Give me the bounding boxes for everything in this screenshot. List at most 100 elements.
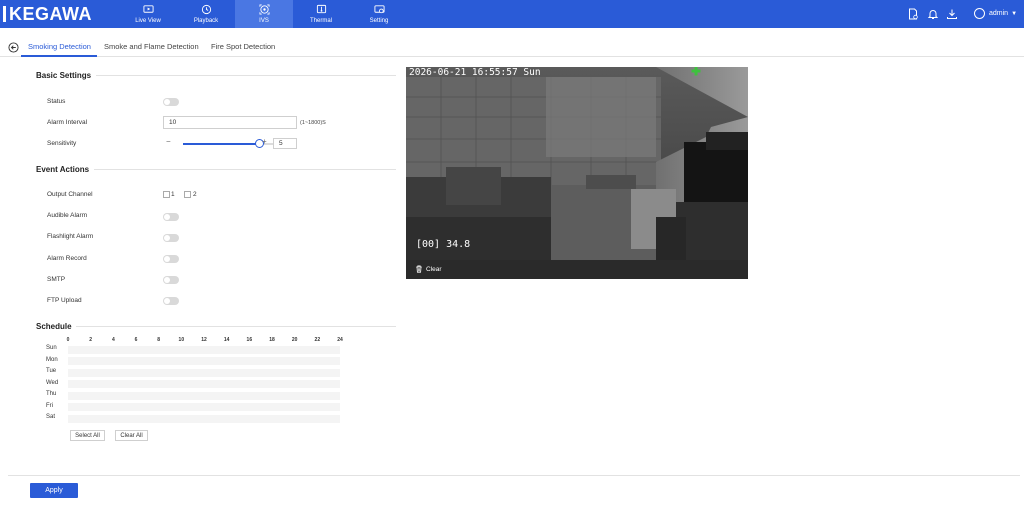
section-divider — [76, 326, 396, 327]
section-divider — [96, 75, 396, 76]
user-menu[interactable]: admin ▼ — [974, 8, 1017, 19]
alarm-interval-input[interactable]: 10 — [163, 116, 297, 129]
slider-fill — [183, 143, 260, 145]
schedule-title: Schedule — [36, 322, 72, 331]
schedule-day-row[interactable] — [68, 403, 340, 411]
schedule-day-row[interactable] — [68, 368, 340, 377]
brand-name: KEGAWA — [9, 3, 93, 24]
schedule-hour-label: 14 — [223, 337, 230, 343]
schedule-day-row[interactable] — [68, 357, 340, 365]
status-toggle[interactable] — [163, 98, 179, 106]
document-icon[interactable] — [907, 8, 919, 20]
detection-tabs: Smoking Detection Smoke and Flame Detect… — [0, 39, 1024, 57]
smtp-label: SMTP — [47, 276, 66, 283]
clear-all-button[interactable]: Clear All — [115, 430, 148, 441]
video-toolbar: Clear — [406, 260, 748, 279]
schedule-day-label: Thu — [46, 391, 57, 397]
download-icon[interactable] — [946, 8, 958, 20]
tab-fire-spot-detection[interactable]: Fire Spot Detection — [211, 42, 275, 57]
schedule-day-label: Sat — [46, 414, 56, 420]
thermal-icon — [316, 4, 326, 14]
apply-button[interactable]: Apply — [30, 483, 78, 498]
schedule-day-label: Tue — [46, 368, 57, 374]
nav-ivs[interactable]: IVS — [235, 0, 293, 28]
schedule-hour-label: 10 — [178, 337, 185, 343]
nav-live-view[interactable]: Live View — [119, 0, 177, 28]
ivs-icon — [259, 4, 269, 15]
channel-1-checkbox[interactable] — [163, 191, 170, 198]
channel-2-label: 2 — [193, 191, 197, 198]
audible-alarm-label: Audible Alarm — [47, 212, 88, 219]
sensitivity-input[interactable]: 5 — [273, 138, 297, 149]
sensitivity-decrease[interactable]: − — [166, 137, 171, 146]
schedule-hour-label: 18 — [269, 337, 275, 343]
thermal-camera-image — [406, 67, 748, 260]
schedule-day-label: Sun — [46, 345, 57, 351]
schedule-hour-label: 6 — [134, 337, 138, 343]
smtp-toggle[interactable] — [163, 276, 179, 284]
brand-logo: KEGAWA — [3, 4, 92, 24]
schedule-hour-label: 22 — [314, 337, 321, 343]
schedule-hour-label: 20 — [291, 337, 298, 343]
video-preview[interactable]: 2026-06-21 16:55:57 Sun [00] 34.8 Clear — [406, 67, 748, 279]
avatar-icon — [974, 8, 985, 19]
clear-label: Clear — [426, 265, 442, 273]
alarm-interval-hint: (1~1800)S — [300, 120, 326, 126]
schedule-day-row[interactable] — [68, 380, 340, 388]
basic-settings-title: Basic Settings — [36, 71, 92, 80]
schedule-hour-label: 4 — [111, 337, 115, 343]
user-name: admin — [989, 10, 1009, 17]
sensitivity-label: Sensitivity — [47, 140, 77, 147]
osd-temperature: [00] 34.8 — [416, 239, 471, 250]
trash-icon — [416, 265, 422, 273]
back-arrow-icon[interactable] — [8, 42, 19, 53]
schedule-day-label: Mon — [46, 356, 58, 363]
schedule-day-row[interactable] — [68, 414, 340, 423]
tab-smoking-detection[interactable]: Smoking Detection — [21, 42, 97, 57]
nav-playback[interactable]: Playback — [177, 0, 235, 28]
playback-icon — [201, 4, 211, 15]
nav-setting[interactable]: Setting — [350, 0, 408, 28]
flashlight-alarm-toggle[interactable] — [163, 234, 179, 242]
clear-button[interactable]: Clear — [415, 265, 442, 273]
alarm-record-toggle[interactable] — [163, 255, 179, 263]
audible-alarm-toggle[interactable] — [163, 213, 179, 221]
channel-2-checkbox[interactable] — [184, 191, 191, 198]
nav-label: IVS — [259, 18, 269, 24]
sensitivity-increase[interactable]: + — [262, 137, 267, 146]
setting-icon — [373, 5, 385, 14]
nav-label: Live View — [135, 18, 161, 24]
schedule-hour-label: 12 — [201, 337, 207, 343]
nav-label: Thermal — [309, 18, 332, 24]
footer-divider — [8, 475, 1020, 476]
schedule-hour-label: 24 — [337, 337, 343, 343]
alarm-interval-label: Alarm Interval — [47, 119, 88, 126]
schedule-day-row[interactable] — [68, 345, 340, 354]
tab-smoke-and-flame-detection[interactable]: Smoke and Flame Detection — [104, 42, 199, 57]
schedule-day-label: Fri — [46, 402, 53, 409]
nav-thermal[interactable]: Thermal — [292, 0, 350, 28]
schedule-hour-label: 16 — [246, 337, 253, 343]
chevron-down-icon: ▼ — [1011, 10, 1018, 17]
logo-mark — [3, 6, 6, 22]
nav-label: Playback — [193, 18, 219, 24]
schedule-day-label: Wed — [46, 379, 59, 386]
channel-1-label: 1 — [171, 191, 175, 198]
schedule-hour-label: 2 — [89, 337, 93, 343]
status-label: Status — [47, 98, 66, 105]
ftp-upload-toggle[interactable] — [163, 297, 179, 305]
schedule-hour-label: 0 — [66, 337, 70, 343]
alarm-record-label: Alarm Record — [47, 255, 87, 262]
live-view-icon — [142, 5, 154, 13]
section-divider — [94, 169, 396, 170]
nav-label: Setting — [369, 18, 389, 24]
output-channel-label: Output Channel — [47, 191, 93, 198]
event-actions-title: Event Actions — [36, 165, 90, 174]
bell-icon[interactable] — [927, 8, 939, 20]
schedule-day-row[interactable] — [68, 391, 340, 400]
top-nav-bar: KEGAWA Live View Playback IVS Thermal Se… — [0, 0, 1024, 28]
select-all-button[interactable]: Select All — [70, 430, 105, 441]
ftp-upload-label: FTP Upload — [47, 297, 82, 304]
osd-timestamp: 2026-06-21 16:55:57 Sun — [409, 67, 541, 78]
flashlight-alarm-label: Flashlight Alarm — [47, 233, 94, 240]
